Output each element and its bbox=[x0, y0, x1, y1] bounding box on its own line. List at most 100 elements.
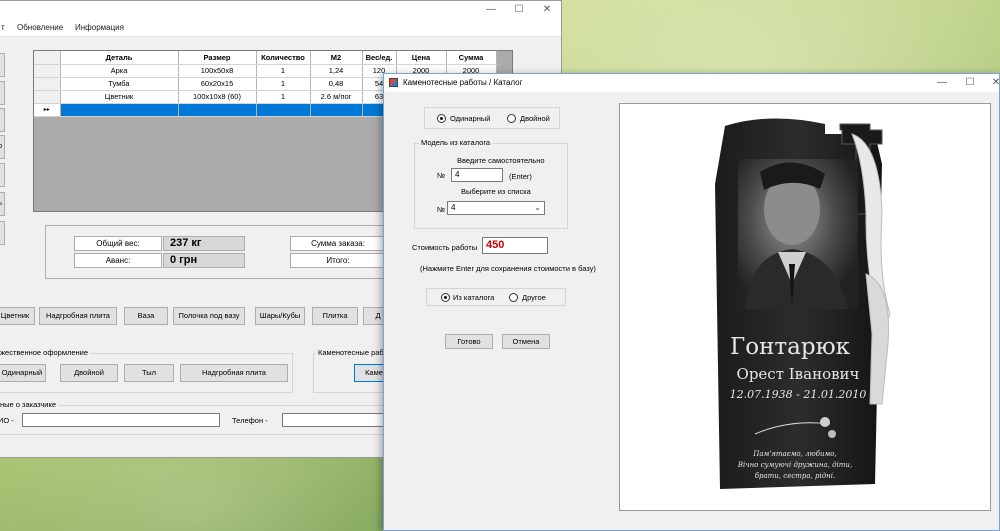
maximize-icon[interactable]: ☐ bbox=[956, 74, 984, 92]
col-header-detail[interactable]: Деталь bbox=[60, 51, 179, 65]
col-header-quantity[interactable]: Количество bbox=[256, 51, 311, 65]
main-titlebar: — ☐ ✕ bbox=[0, 1, 561, 19]
vase-button[interactable]: Ваза bbox=[124, 307, 168, 325]
side-button-2[interactable] bbox=[0, 81, 5, 105]
maximize-icon[interactable]: ☐ bbox=[505, 1, 533, 19]
cell-new[interactable] bbox=[60, 103, 179, 117]
app-icon bbox=[389, 78, 398, 87]
chevron-down-icon[interactable]: ⌄ bbox=[534, 202, 541, 214]
phone-input[interactable] bbox=[282, 413, 386, 427]
model-select[interactable]: 4 ⌄ bbox=[447, 201, 545, 215]
flowerbed-button[interactable]: Цветник bbox=[0, 307, 35, 325]
cell-m2[interactable]: 2.6 м/пог bbox=[310, 90, 363, 104]
row-header[interactable] bbox=[34, 90, 61, 104]
cell-detail[interactable]: Цветник bbox=[60, 90, 179, 104]
cell-new[interactable] bbox=[256, 103, 311, 117]
cell-size[interactable]: 60x20x15 bbox=[178, 77, 257, 91]
model-number-input[interactable]: 4 bbox=[451, 168, 503, 182]
radio-double[interactable] bbox=[507, 114, 516, 123]
tombstone-slab-button[interactable]: Надгробная плита bbox=[39, 307, 117, 325]
monument-preview: Гонтарюк Орест Іванович 12.07.1938 - 21.… bbox=[619, 103, 991, 511]
col-header-price[interactable]: Цена bbox=[396, 51, 447, 65]
radio-from-catalog-label[interactable]: Из каталога bbox=[453, 293, 494, 302]
close-icon[interactable]: ✕ bbox=[982, 74, 1000, 92]
customer-label: ные о заказчике bbox=[0, 400, 59, 409]
epitaph-line-2: Вічно сумуючі дружина, діти, bbox=[737, 461, 852, 469]
side-button-4[interactable]: о bbox=[0, 135, 5, 159]
balls-cubes-button[interactable]: Шары/Кубы bbox=[255, 307, 305, 325]
epitaph-line-3: брати, сестра, рідні. bbox=[755, 472, 835, 480]
number-label-2: № bbox=[437, 205, 446, 214]
vase-shelf-button[interactable]: Полочка под вазу bbox=[173, 307, 245, 325]
monument-dates: 12.07.1938 - 21.01.2010 bbox=[730, 388, 867, 401]
close-icon[interactable]: ✕ bbox=[533, 1, 561, 19]
weight-label: Общий вес: bbox=[74, 236, 162, 251]
stone-works-group: Каменотесные рабо Каме bbox=[313, 348, 394, 393]
menu-item-file[interactable]: т bbox=[1, 23, 5, 32]
side-button-3[interactable] bbox=[0, 108, 5, 132]
monument-name: Орест Іванович bbox=[737, 365, 860, 383]
cell-quantity[interactable]: 1 bbox=[256, 90, 311, 104]
single-button[interactable]: Одинарный bbox=[0, 364, 46, 382]
art-slab-button[interactable]: Надгробная плита bbox=[180, 364, 288, 382]
minimize-icon[interactable]: — bbox=[928, 74, 956, 92]
phone-label: Телефон - bbox=[232, 416, 268, 425]
cost-input[interactable]: 450 bbox=[482, 237, 548, 254]
cell-size[interactable]: 100x10x8 (60) bbox=[178, 90, 257, 104]
menu-item-info[interactable]: Информация bbox=[75, 23, 124, 32]
fio-label: ИО - bbox=[0, 416, 14, 425]
advance-value: 0 грн bbox=[163, 253, 245, 268]
radio-single[interactable] bbox=[437, 114, 446, 123]
minimize-icon[interactable]: — bbox=[477, 1, 505, 19]
art-design-label: жественное оформление bbox=[0, 348, 91, 357]
customer-group: ные о заказчике ИО - Телефон - bbox=[0, 400, 386, 435]
choose-hint: Выберите из списка bbox=[461, 187, 531, 196]
grid-corner bbox=[34, 51, 61, 65]
type-group: Одинарный Двойной bbox=[424, 107, 560, 129]
radio-double-label[interactable]: Двойной bbox=[520, 114, 550, 123]
menu-bar: т Обновление Информация bbox=[0, 19, 561, 37]
cell-quantity[interactable]: 1 bbox=[256, 77, 311, 91]
side-button-6[interactable]: ь bbox=[0, 192, 5, 216]
summary-panel: Общий вес: 237 кг Аванс: 0 грн Сумма зак… bbox=[45, 225, 395, 279]
model-select-value: 4 bbox=[451, 203, 456, 212]
side-button-7[interactable] bbox=[0, 221, 5, 245]
cell-m2[interactable]: 1,24 bbox=[310, 64, 363, 78]
col-header-weight[interactable]: Вес/ед. bbox=[362, 51, 397, 65]
side-button-1[interactable] bbox=[0, 53, 5, 77]
fio-input[interactable] bbox=[22, 413, 220, 427]
row-header-new[interactable]: ▸▸ bbox=[34, 103, 61, 117]
cell-detail[interactable]: Арка bbox=[60, 64, 179, 78]
weight-value: 237 кг bbox=[163, 236, 245, 251]
enter-label: (Enter) bbox=[509, 172, 532, 181]
col-header-sum[interactable]: Сумма bbox=[446, 51, 497, 65]
tile-button[interactable]: Плитка bbox=[312, 307, 358, 325]
cell-m2[interactable]: 0,48 bbox=[310, 77, 363, 91]
cell-quantity[interactable]: 1 bbox=[256, 64, 311, 78]
monument-surname: Гонтарюк bbox=[730, 334, 851, 360]
radio-from-catalog[interactable] bbox=[441, 293, 450, 302]
done-button[interactable]: Готово bbox=[445, 334, 493, 349]
col-header-size[interactable]: Размер bbox=[178, 51, 257, 65]
cell-new[interactable] bbox=[178, 103, 257, 117]
row-header[interactable] bbox=[34, 64, 61, 78]
art-design-group: жественное оформление Одинарный Двойной … bbox=[0, 348, 293, 393]
row-header[interactable] bbox=[34, 77, 61, 91]
cell-detail[interactable]: Тумба bbox=[60, 77, 179, 91]
model-group: Модель из каталога Введите самостоятельн… bbox=[414, 138, 568, 229]
menu-item-update[interactable]: Обновление bbox=[17, 23, 63, 32]
model-group-label: Модель из каталога bbox=[419, 138, 493, 147]
back-button[interactable]: Тыл bbox=[124, 364, 174, 382]
cell-new[interactable] bbox=[310, 103, 363, 117]
double-button[interactable]: Двойной bbox=[60, 364, 118, 382]
cell-size[interactable]: 100x50x8 bbox=[178, 64, 257, 78]
cancel-button[interactable]: Отмена bbox=[502, 334, 550, 349]
side-button-5[interactable] bbox=[0, 163, 5, 187]
col-header-m2[interactable]: М2 bbox=[310, 51, 363, 65]
radio-other-label[interactable]: Другое bbox=[522, 293, 546, 302]
enter-hint: Введите самостоятельно bbox=[457, 156, 545, 165]
radio-single-label[interactable]: Одинарный bbox=[450, 114, 490, 123]
radio-other[interactable] bbox=[509, 293, 518, 302]
number-label: № bbox=[437, 171, 446, 180]
dialog-titlebar: Каменотесные работы / Каталог — ☐ ✕ bbox=[384, 74, 1000, 92]
